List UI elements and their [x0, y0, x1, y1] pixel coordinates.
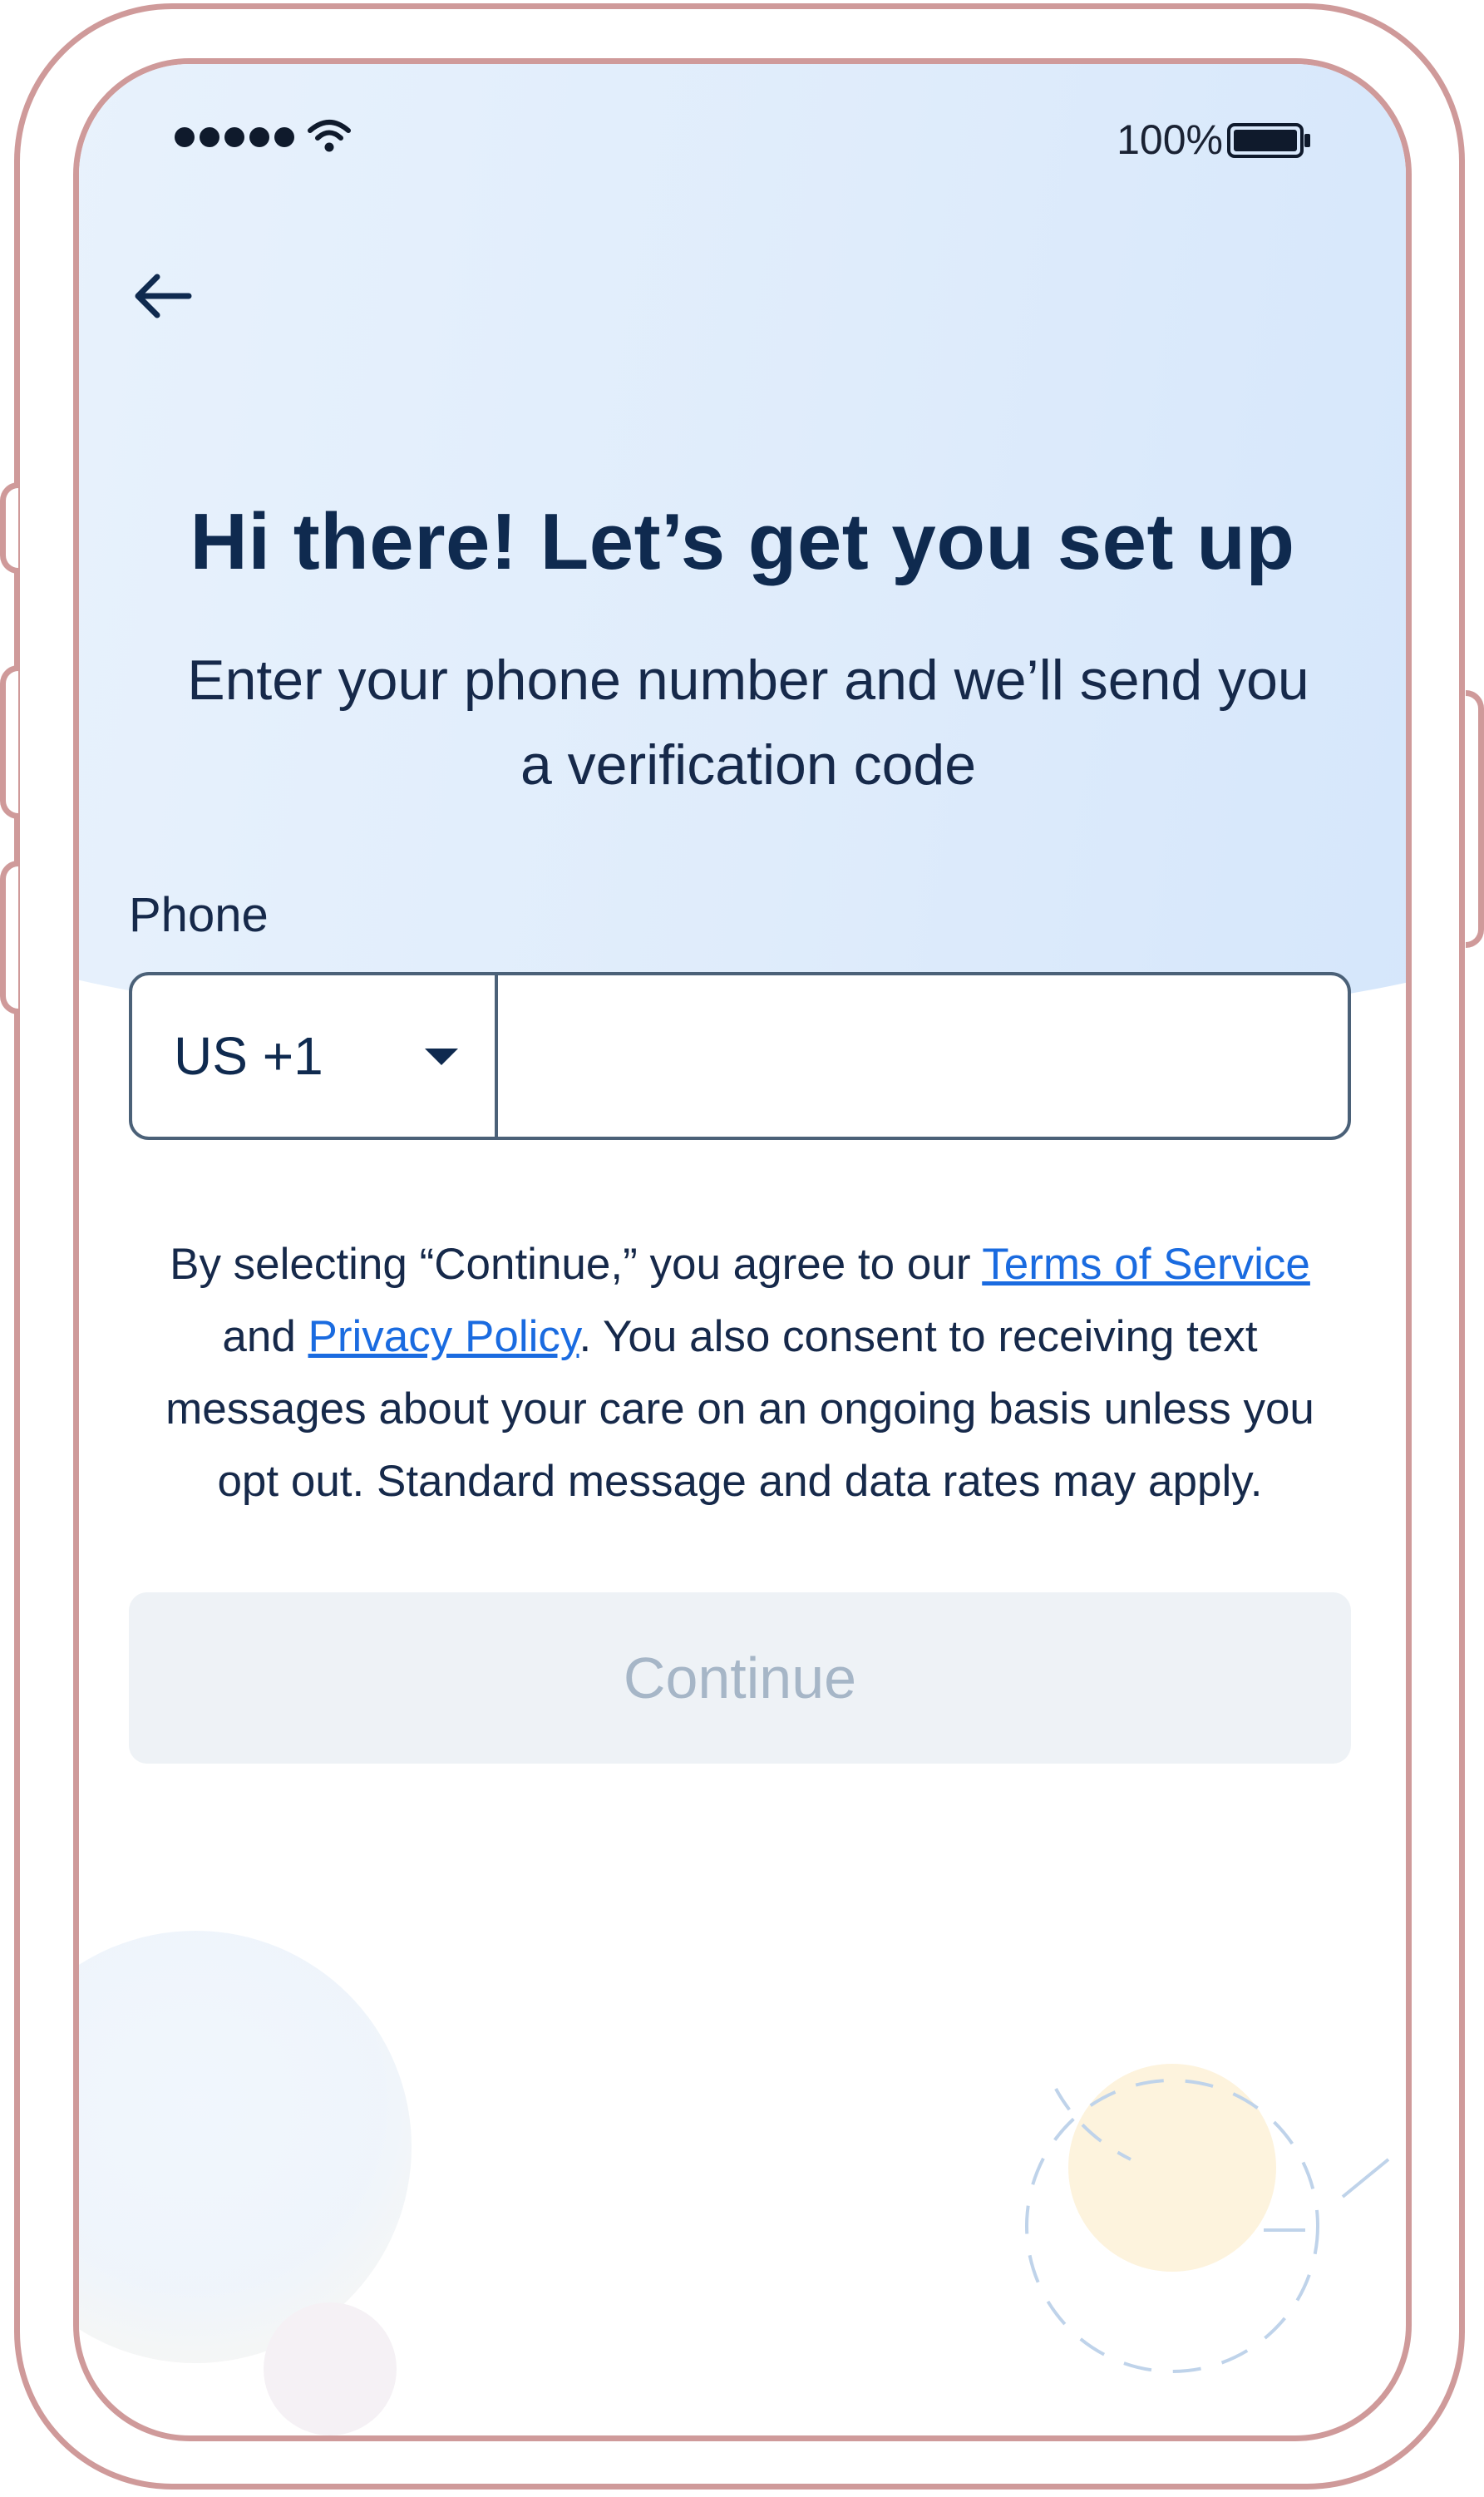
battery-percentage: 100% [1117, 116, 1223, 163]
side-button-power [1466, 690, 1484, 948]
decorative-circle [79, 1931, 412, 2363]
wifi-icon [308, 120, 351, 152]
app-screen: 100% Hi there! Let’s get you set up Ente… [73, 58, 1412, 2441]
status-bar: 100% [79, 64, 1406, 189]
decorative-circle-small [264, 2302, 397, 2435]
country-code-select[interactable]: US +1 [132, 975, 498, 1137]
arrow-left-icon[interactable] [129, 262, 197, 330]
phone-field: US +1 [129, 972, 1351, 1140]
phone-number-input[interactable] [498, 975, 1348, 1137]
side-button-volume-up [0, 665, 18, 819]
signal-dots-icon [175, 127, 294, 147]
continue-button[interactable]: Continue [129, 1592, 1351, 1764]
side-button-mute [0, 482, 18, 574]
legal-text-1: By selecting “Continue,” you agree to ou… [170, 1240, 983, 1289]
legal-disclaimer: By selecting “Continue,” you agree to ou… [137, 1228, 1343, 1517]
caret-down-icon [425, 1049, 458, 1065]
page-title: Hi there! Let’s get you set up [190, 497, 1295, 586]
privacy-policy-link[interactable]: Privacy Policy [308, 1312, 579, 1361]
legal-text-2: and [222, 1312, 308, 1361]
decorative-dashed-orbit [1025, 2079, 1390, 2373]
country-code-value: US +1 [174, 1026, 323, 1086]
battery-full-icon [1227, 123, 1310, 158]
terms-of-service-link[interactable]: Terms of Service [982, 1240, 1310, 1289]
phone-label: Phone [129, 888, 269, 942]
side-button-volume-down [0, 861, 18, 1014]
page-subtitle: Enter your phone number and we’ll send y… [187, 649, 1309, 797]
